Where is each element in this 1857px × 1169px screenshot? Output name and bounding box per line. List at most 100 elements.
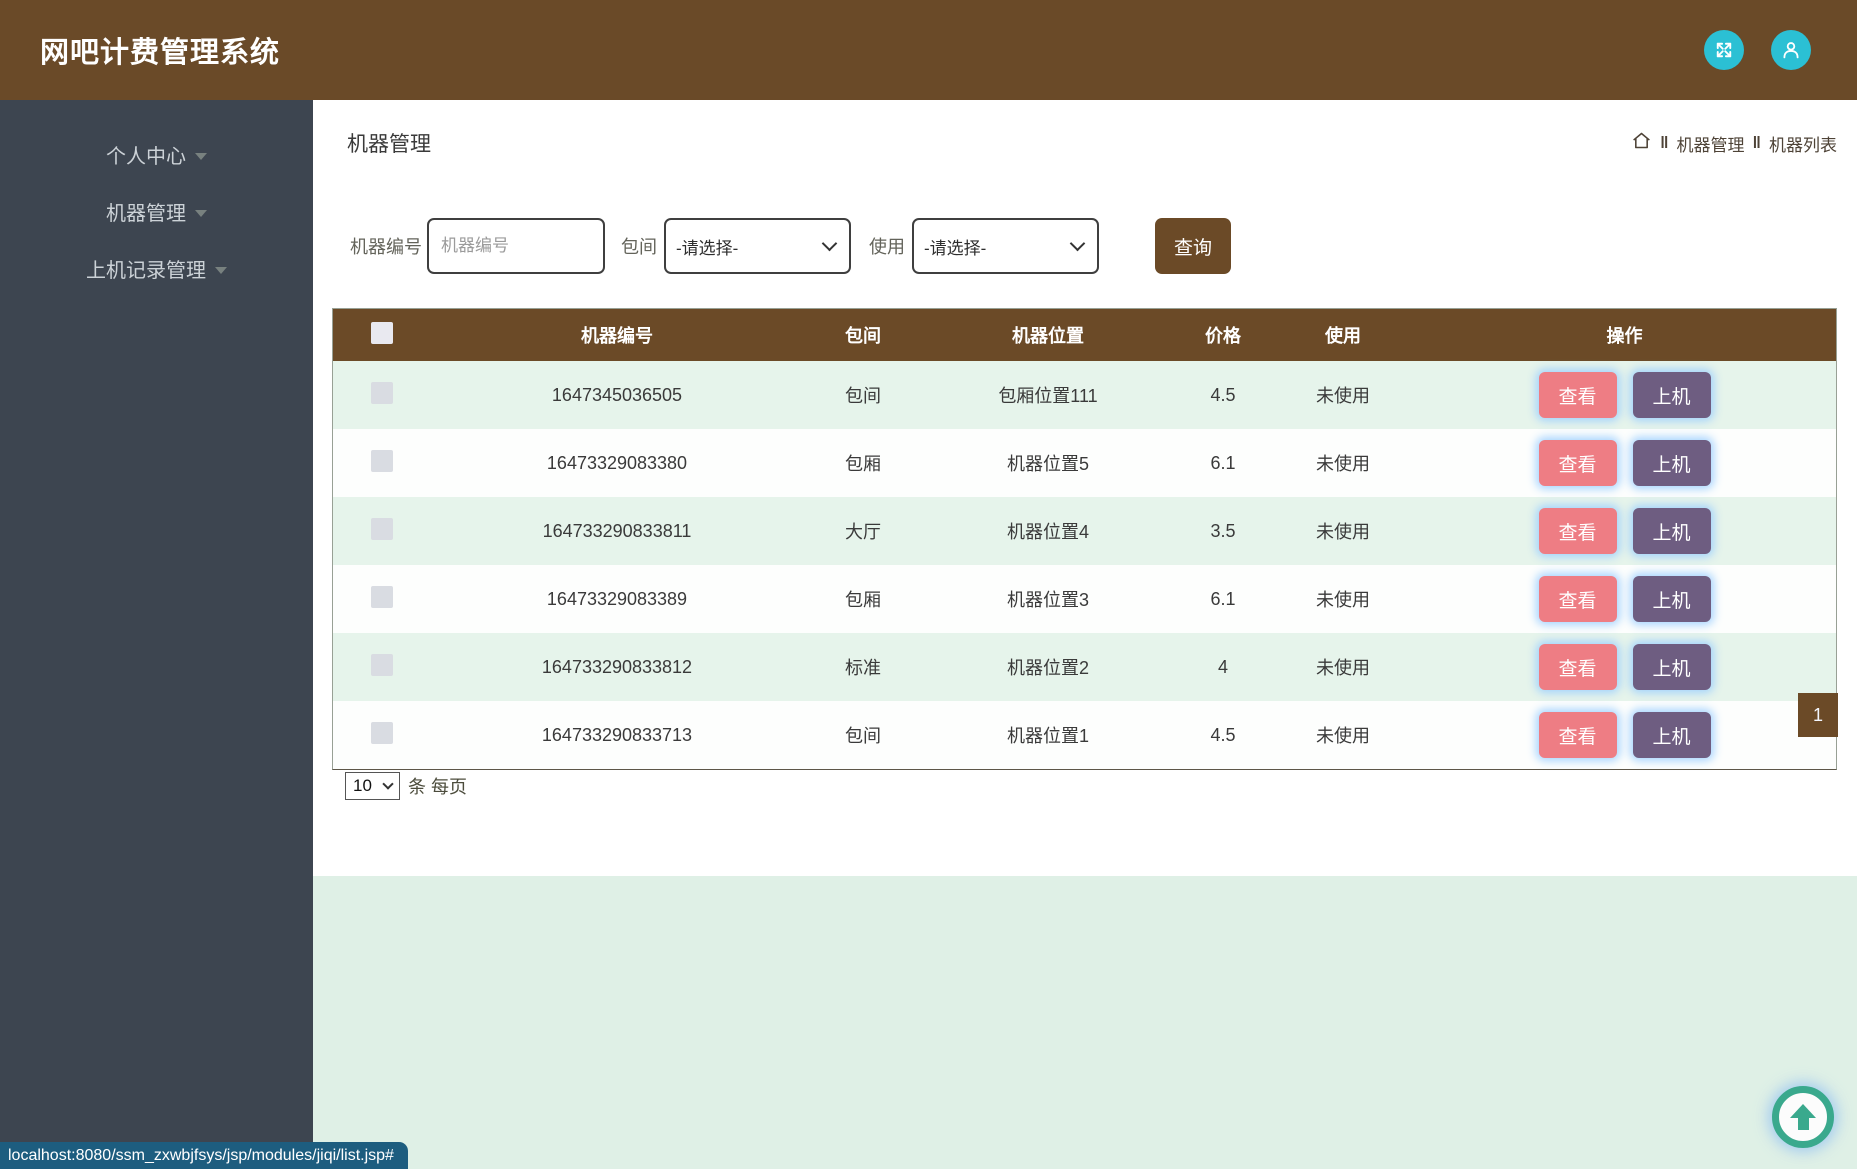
board-button[interactable]: 上机 xyxy=(1633,644,1711,690)
room-select[interactable]: -请选择- xyxy=(664,218,851,274)
page-title: 机器管理 xyxy=(347,128,431,158)
usage-select-value: -请选择- xyxy=(924,234,986,259)
table-body: 1647345036505 包间 包厢位置111 4.5 未使用 查看 上机 1… xyxy=(333,361,1836,769)
board-button[interactable]: 上机 xyxy=(1633,712,1711,758)
machine-no-input[interactable] xyxy=(427,218,605,274)
breadcrumb: ‖ 机器管理 ‖ 机器列表 xyxy=(1631,130,1837,156)
user-button[interactable] xyxy=(1771,30,1811,70)
cell-location: 机器位置4 xyxy=(923,518,1173,544)
sidebar-menu: 个人中心 机器管理 上机记录管理 xyxy=(0,100,313,297)
breadcrumb-item-machine-management[interactable]: 机器管理 xyxy=(1677,131,1745,156)
scroll-to-top-button[interactable] xyxy=(1772,1086,1834,1148)
board-button[interactable]: 上机 xyxy=(1633,508,1711,554)
row-checkbox[interactable] xyxy=(371,518,393,540)
row-checkbox[interactable] xyxy=(371,586,393,608)
cell-machine-id: 16473329083389 xyxy=(431,589,803,610)
row-checkbox[interactable] xyxy=(371,654,393,676)
row-select-cell xyxy=(333,382,431,409)
cell-usage: 未使用 xyxy=(1273,450,1413,476)
view-button[interactable]: 查看 xyxy=(1539,576,1617,622)
arrow-up-icon-stem xyxy=(1798,1118,1809,1130)
cell-usage: 未使用 xyxy=(1273,586,1413,612)
user-icon xyxy=(1780,39,1802,61)
board-button[interactable]: 上机 xyxy=(1633,440,1711,486)
sidebar-item-machine-management[interactable]: 机器管理 xyxy=(0,183,313,240)
view-button[interactable]: 查看 xyxy=(1539,712,1617,758)
cell-location: 包厢位置111 xyxy=(923,382,1173,408)
row-checkbox[interactable] xyxy=(371,722,393,744)
table-row: 164733290833812 标准 机器位置2 4 未使用 查看 上机 xyxy=(333,633,1836,701)
sidebar-item-label: 机器管理 xyxy=(106,197,186,226)
arrow-up-icon xyxy=(1790,1104,1816,1118)
row-select-cell xyxy=(333,586,431,613)
page: 网吧计费管理系统 xyxy=(0,0,1857,1169)
cell-price: 4 xyxy=(1173,657,1273,678)
cell-machine-id: 164733290833812 xyxy=(431,657,803,678)
chevron-down-icon xyxy=(382,778,393,789)
usage-label: 使用 xyxy=(869,233,905,259)
cell-machine-id: 164733290833811 xyxy=(431,521,803,542)
table-row: 1647345036505 包间 包厢位置111 4.5 未使用 查看 上机 xyxy=(333,361,1836,429)
page-1-button[interactable]: 1 xyxy=(1798,693,1838,737)
board-button[interactable]: 上机 xyxy=(1633,576,1711,622)
row-select-cell xyxy=(333,518,431,545)
header-room: 包间 xyxy=(803,322,923,348)
fullscreen-button[interactable] xyxy=(1704,30,1744,70)
page-size-value: 10 xyxy=(353,776,372,796)
row-checkbox[interactable] xyxy=(371,450,393,472)
view-button[interactable]: 查看 xyxy=(1539,372,1617,418)
sidebar-item-session-records[interactable]: 上机记录管理 xyxy=(0,240,313,297)
cell-price: 4.5 xyxy=(1173,725,1273,746)
cell-usage: 未使用 xyxy=(1273,518,1413,544)
view-button[interactable]: 查看 xyxy=(1539,440,1617,486)
sidebar-item-label: 个人中心 xyxy=(106,140,186,169)
home-icon[interactable] xyxy=(1631,130,1652,156)
sidebar-item-personal-center[interactable]: 个人中心 xyxy=(0,126,313,183)
board-button[interactable]: 上机 xyxy=(1633,372,1711,418)
cell-price: 6.1 xyxy=(1173,589,1273,610)
breadcrumb-separator: ‖ xyxy=(1660,133,1668,153)
table-row: 164733290833713 包间 机器位置1 4.5 未使用 查看 上机 xyxy=(333,701,1836,769)
table-row: 16473329083389 包厢 机器位置3 6.1 未使用 查看 上机 xyxy=(333,565,1836,633)
cell-price: 6.1 xyxy=(1173,453,1273,474)
cell-price: 3.5 xyxy=(1173,521,1273,542)
view-button[interactable]: 查看 xyxy=(1539,644,1617,690)
row-select-cell xyxy=(333,722,431,749)
view-button[interactable]: 查看 xyxy=(1539,508,1617,554)
breadcrumb-separator: ‖ xyxy=(1753,133,1761,153)
select-all-checkbox[interactable] xyxy=(371,322,393,344)
cell-room: 包厢 xyxy=(803,586,923,612)
row-checkbox[interactable] xyxy=(371,382,393,404)
row-select-cell xyxy=(333,654,431,681)
status-bar: localhost:8080/ssm_zxwbjfsys/jsp/modules… xyxy=(0,1142,408,1169)
cell-location: 机器位置5 xyxy=(923,450,1173,476)
cell-room: 标准 xyxy=(803,654,923,680)
table-row: 16473329083380 包厢 机器位置5 6.1 未使用 查看 上机 xyxy=(333,429,1836,497)
cell-actions: 查看 上机 xyxy=(1413,440,1836,486)
usage-select[interactable]: -请选择- xyxy=(912,218,1099,274)
cell-room: 包间 xyxy=(803,722,923,748)
cell-machine-id: 1647345036505 xyxy=(431,385,803,406)
cell-machine-id: 16473329083380 xyxy=(431,453,803,474)
cell-location: 机器位置1 xyxy=(923,722,1173,748)
room-select-value: -请选择- xyxy=(676,234,738,259)
cell-machine-id: 164733290833713 xyxy=(431,725,803,746)
breadcrumb-item-machine-list[interactable]: 机器列表 xyxy=(1769,131,1837,156)
cell-actions: 查看 上机 xyxy=(1413,712,1836,758)
table-header-row: 机器编号 包间 机器位置 价格 使用 操作 xyxy=(333,309,1836,361)
machine-no-label: 机器编号 xyxy=(350,233,422,259)
cell-room: 大厅 xyxy=(803,518,923,544)
machine-table: 机器编号 包间 机器位置 价格 使用 操作 1647345036505 包间 包… xyxy=(332,308,1837,770)
cell-usage: 未使用 xyxy=(1273,654,1413,680)
cell-actions: 查看 上机 xyxy=(1413,508,1836,554)
header-price: 价格 xyxy=(1173,322,1273,348)
cell-actions: 查看 上机 xyxy=(1413,372,1836,418)
table-row: 164733290833811 大厅 机器位置4 3.5 未使用 查看 上机 xyxy=(333,497,1836,565)
page-size-select[interactable]: 10 xyxy=(345,772,400,800)
filter-form: 机器编号 包间 -请选择- 使用 -请选择- 查询 xyxy=(350,218,1231,274)
main-content: 机器管理 ‖ 机器管理 ‖ 机器列表 机器编号 包间 -请选择- 使用 xyxy=(313,100,1857,1169)
page-size-control: 10 条 每页 xyxy=(345,772,467,800)
search-button[interactable]: 查询 xyxy=(1155,218,1231,274)
row-select-cell xyxy=(333,450,431,477)
cell-room: 包厢 xyxy=(803,450,923,476)
